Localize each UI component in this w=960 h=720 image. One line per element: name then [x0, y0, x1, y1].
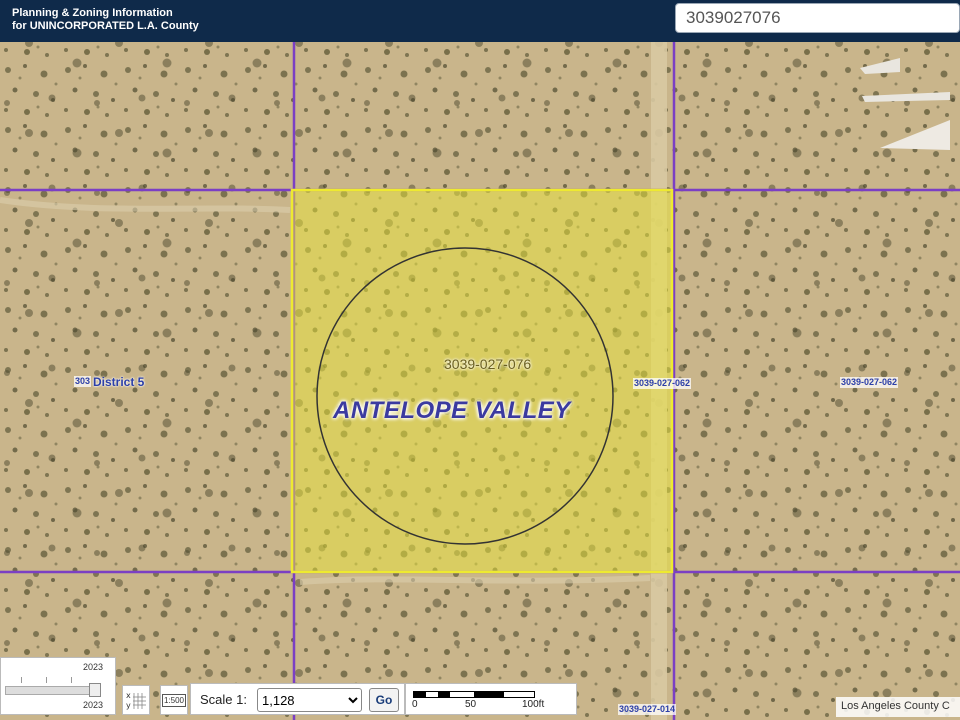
scale-select[interactable]: 1,128	[257, 688, 362, 712]
year-slider-bottom-label: 2023	[82, 700, 103, 710]
scale-bar-label-100: 100ft	[522, 699, 545, 710]
year-slider-track[interactable]	[5, 686, 97, 695]
grid-icon: x y	[126, 691, 146, 710]
year-slider-panel: 2023 2023	[0, 657, 116, 715]
scale-bar-segment	[474, 692, 504, 697]
scale-bar-segment	[438, 692, 450, 697]
scale-bar-label-0: 0	[412, 699, 418, 710]
scale-1500-icon[interactable]: 1:500	[160, 685, 188, 715]
district-label: District 5	[93, 375, 145, 389]
selected-parcel	[290, 188, 674, 574]
app-title-line2: for UNINCORPORATED L.A. County	[12, 20, 199, 32]
slider-tick	[71, 677, 72, 683]
scale-bar-graphic	[413, 691, 535, 698]
scale-bar-segment	[414, 692, 426, 697]
map-attribution: Los Angeles County C	[836, 697, 960, 717]
year-slider-handle[interactable]	[89, 683, 101, 697]
community-area-label: ANTELOPE VALLEY	[333, 397, 571, 424]
slider-tick	[21, 677, 22, 683]
parcel-label-west-prefix: 303	[74, 376, 92, 387]
slider-tick	[46, 677, 47, 683]
scale-icon-text: 1:500	[161, 693, 187, 707]
parcel-label-south: 3039-027-014	[618, 704, 677, 715]
app-title: Planning & Zoning Information for UNINCO…	[12, 7, 199, 33]
selected-parcel-label: 3039-027-076	[444, 356, 532, 372]
app-header: Planning & Zoning Information for UNINCO…	[0, 0, 960, 42]
go-button[interactable]: Go	[369, 688, 399, 712]
xy-coordinates-icon[interactable]: x y	[122, 685, 150, 715]
parcel-label-east-edge: 3039-027-062	[633, 378, 692, 389]
search-input[interactable]	[675, 3, 960, 33]
scale-bar-label-50: 50	[465, 699, 477, 710]
svg-text:x: x	[126, 691, 131, 700]
svg-text:y: y	[126, 701, 131, 710]
year-slider-top-label: 2023	[82, 662, 103, 672]
scale-bar: 0 50 100ft	[405, 683, 577, 715]
scale-label: Scale 1:	[200, 692, 247, 707]
parcel-label-east: 3039-027-062	[840, 377, 899, 388]
scale-control: Scale 1: 1,128 Go	[190, 683, 405, 715]
app-title-line1: Planning & Zoning Information	[12, 7, 173, 19]
